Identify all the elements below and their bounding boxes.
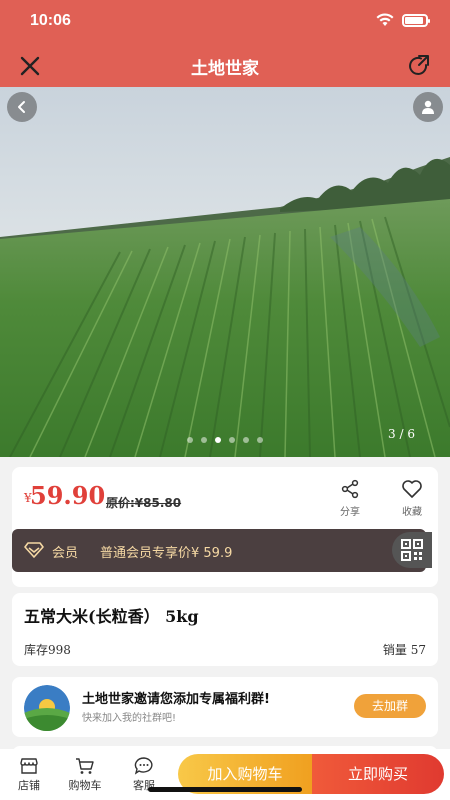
qrcode-button[interactable] (392, 532, 432, 568)
gallery-dot[interactable] (257, 437, 263, 443)
member-price-text: 普通会员专享价¥ 59.9 (100, 546, 233, 561)
gallery-dot[interactable] (201, 437, 207, 443)
buy-now-button[interactable]: 立即购买 (312, 754, 444, 794)
favorite-button[interactable]: 收藏 (392, 479, 432, 518)
stock-count: 库存998 (24, 643, 71, 657)
status-time: 10:06 (30, 12, 71, 29)
gallery-dots (0, 437, 450, 443)
share-icon (341, 479, 359, 499)
sales-count: 销量 57 (382, 643, 426, 657)
tab-store-label: 店铺 (18, 779, 40, 792)
heart-icon (402, 480, 422, 498)
favorite-label: 收藏 (402, 507, 422, 518)
group-subtitle: 快来加入我的社群吧! (82, 713, 177, 724)
status-icons (376, 13, 430, 27)
page-title: 土地世家 (191, 59, 259, 79)
store-icon (20, 758, 38, 774)
product-title: 五常大米(长粒香） 5kg (24, 607, 199, 626)
tab-cart[interactable]: 购物车 (65, 757, 105, 793)
battery-fill (405, 16, 423, 24)
status-bar: 10:06 (0, 0, 450, 44)
share-arrow-icon[interactable] (406, 52, 434, 80)
qrcode-icon (401, 539, 423, 561)
user-button[interactable] (413, 92, 443, 122)
share-label: 分享 (340, 507, 360, 518)
battery-icon (402, 13, 430, 27)
member-price-bar[interactable]: 会员 普通会员专享价¥ 59.9 (12, 529, 426, 572)
join-group-button[interactable]: 去加群 (354, 694, 426, 718)
member-label: 会员 (52, 546, 79, 561)
product-info-card: 五常大米(长粒香） 5kg 库存998 销量 57 (12, 593, 438, 666)
bottom-action-bar: 店铺 购物车 客服 加入购物车 立即购买 (0, 749, 450, 800)
gallery-dot[interactable] (187, 437, 193, 443)
tab-cart-label: 购物车 (68, 779, 102, 792)
tab-store[interactable]: 店铺 (9, 757, 49, 793)
rice-field-photo (0, 87, 450, 457)
back-icon (18, 101, 25, 113)
original-price: 原价:¥85.80 (106, 496, 182, 510)
gallery-dot[interactable] (243, 437, 249, 443)
diamond-icon (24, 542, 44, 558)
gallery-counter: 3 / 6 (388, 427, 415, 441)
group-title: 土地世家邀请您添加专属福利群! (82, 692, 270, 707)
cart-icon (76, 758, 94, 774)
chat-icon (134, 757, 153, 775)
back-button[interactable] (7, 92, 37, 122)
group-invite-card: 土地世家邀请您添加专属福利群! 快来加入我的社群吧! 去加群 (12, 677, 438, 737)
user-icon (422, 100, 434, 114)
gallery-dot[interactable] (215, 437, 221, 443)
home-indicator (148, 787, 302, 792)
wifi-icon (376, 13, 394, 26)
price-value: 59.90 (30, 481, 106, 510)
product-gallery[interactable]: 3 / 6 (0, 87, 450, 457)
share-button[interactable]: 分享 (330, 479, 370, 518)
gallery-dot[interactable] (229, 437, 235, 443)
group-logo (24, 685, 70, 731)
nav-bar: 土地世家 (0, 44, 450, 87)
